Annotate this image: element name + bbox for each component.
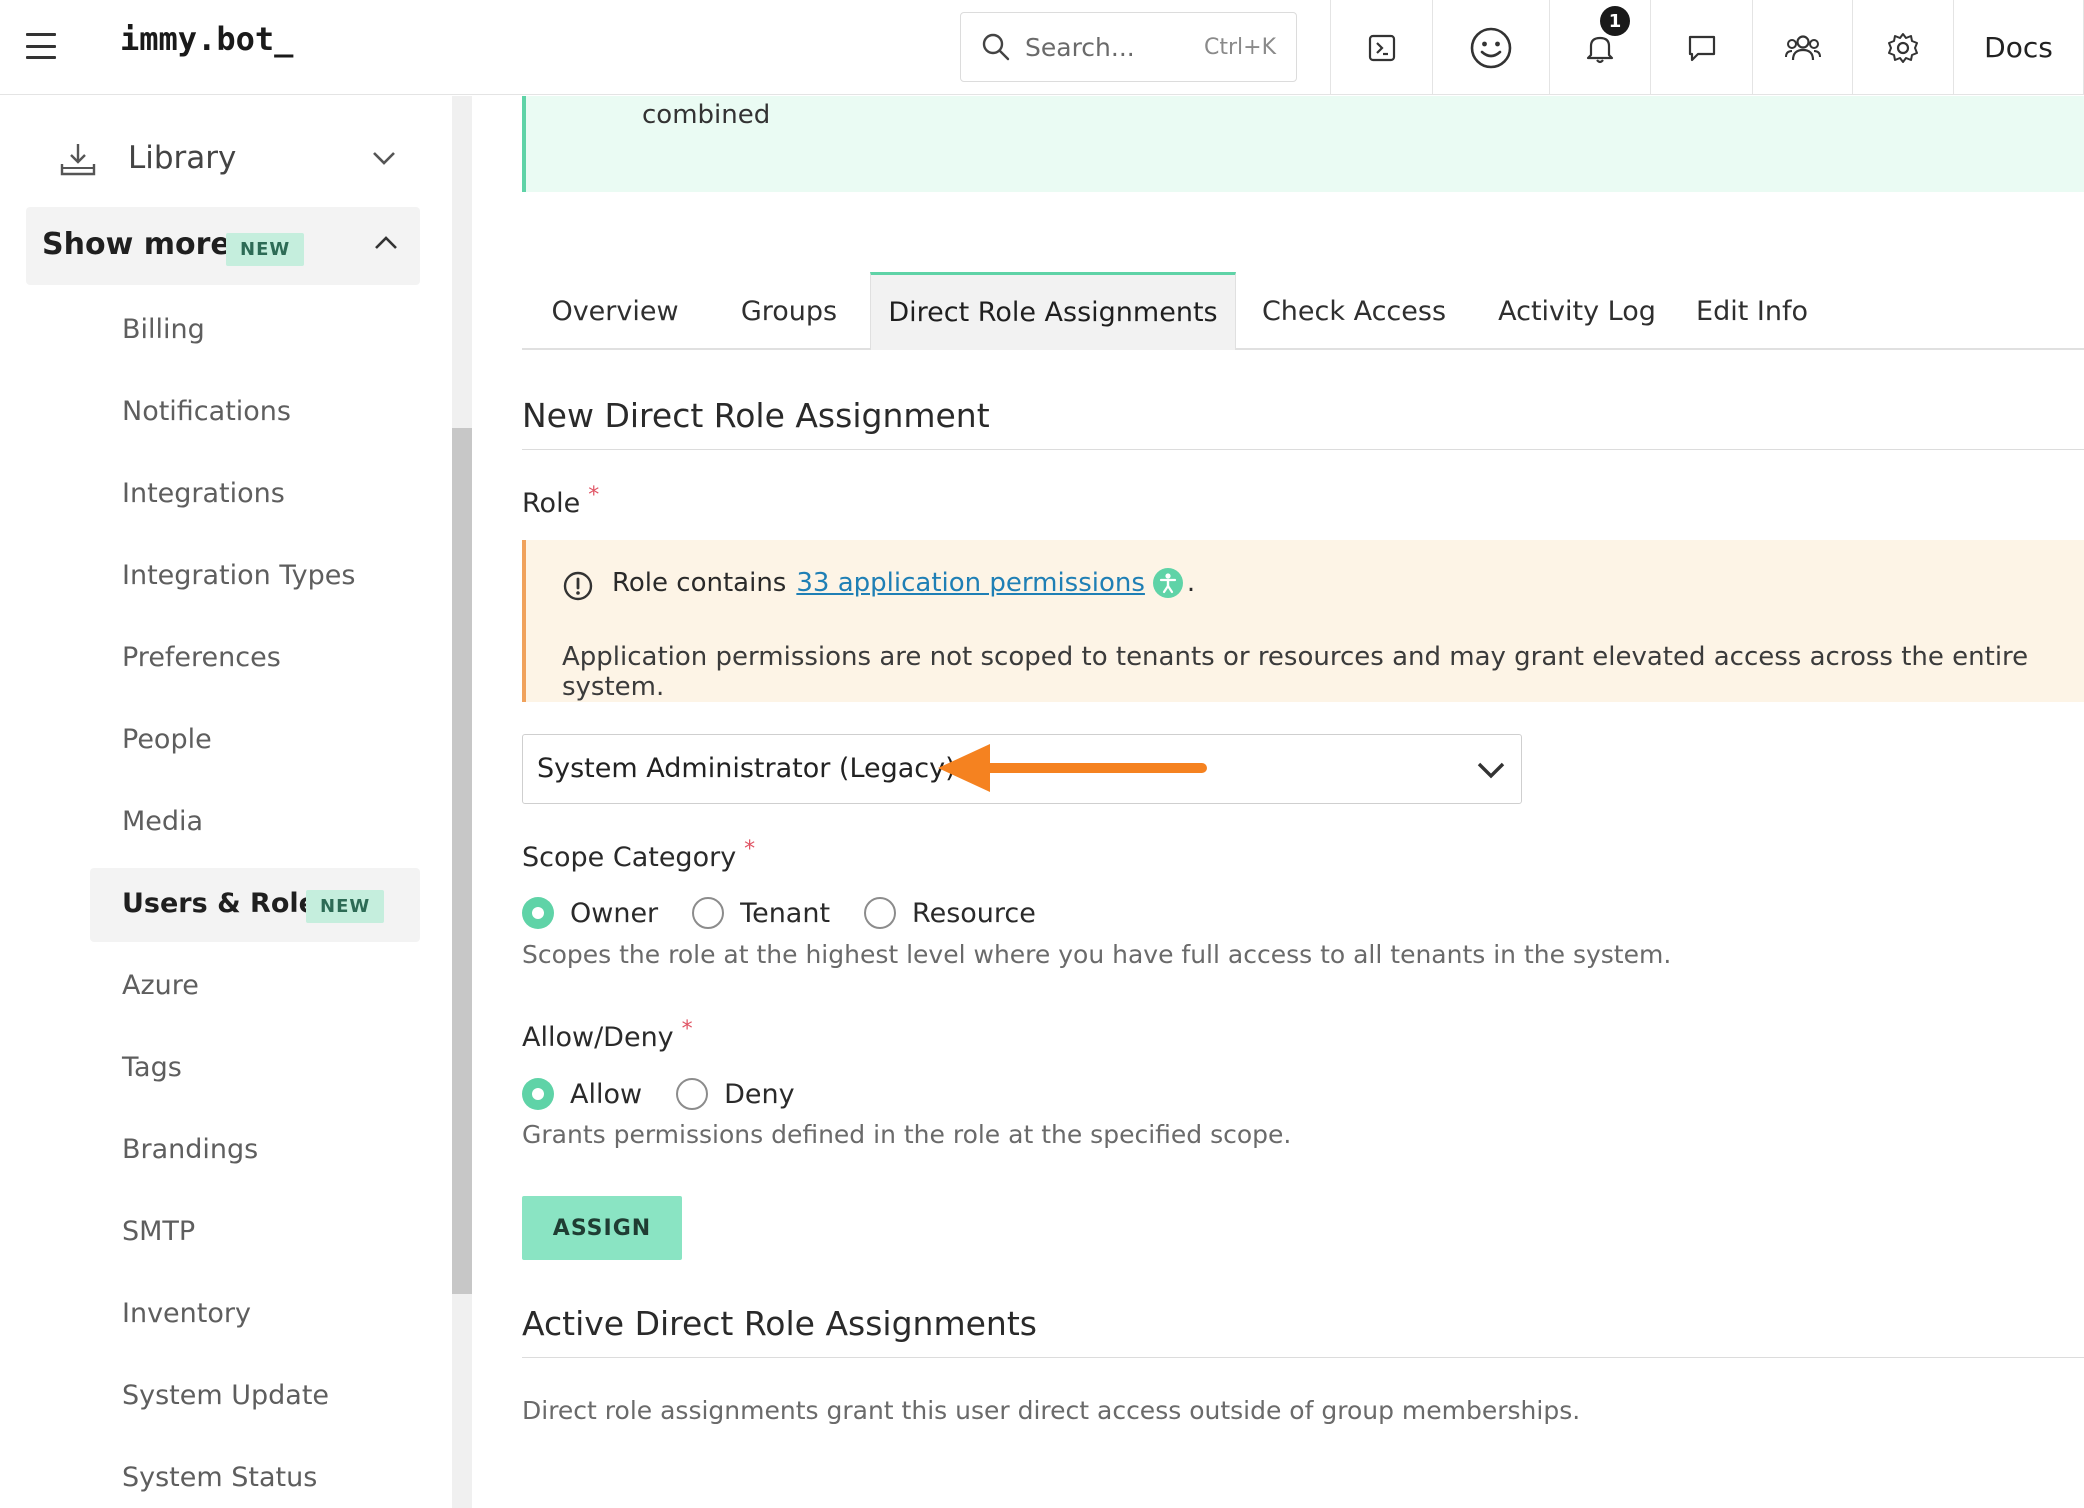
info-banner: combined bbox=[522, 96, 2084, 192]
library-icon bbox=[60, 144, 96, 176]
sidebar-item-tags[interactable]: Tags bbox=[122, 1052, 182, 1083]
allow-deny-field-label: Allow/Deny * bbox=[522, 1017, 693, 1053]
users-button[interactable] bbox=[1752, 0, 1852, 95]
accessibility-icon[interactable] bbox=[1152, 568, 1183, 598]
allow-deny-help-text: Grants permissions defined in the role a… bbox=[522, 1120, 1292, 1149]
search-box[interactable]: Ctrl+K bbox=[960, 12, 1297, 82]
radio-allow-label[interactable]: Allow bbox=[570, 1079, 642, 1110]
section-title-active-assignments: Active Direct Role Assignments bbox=[522, 1304, 1037, 1343]
sidebar-item-integration-types[interactable]: Integration Types bbox=[122, 560, 355, 591]
scope-field-label: Scope Category * bbox=[522, 837, 755, 873]
settings-button[interactable] bbox=[1852, 0, 1953, 95]
application-permissions-link[interactable]: 33 application permissions bbox=[796, 568, 1145, 598]
radio-tenant-label[interactable]: Tenant bbox=[740, 898, 830, 929]
banner-text: combined bbox=[642, 100, 771, 130]
warning-detail: Application permissions are not scoped t… bbox=[562, 642, 2029, 702]
radio-allow[interactable] bbox=[522, 1078, 554, 1110]
brand-logo[interactable]: immy.bot_ bbox=[120, 20, 293, 58]
required-mark: * bbox=[744, 837, 756, 862]
scope-help-text: Scopes the role at the highest level whe… bbox=[522, 940, 1672, 969]
new-badge: NEW bbox=[226, 233, 305, 266]
accessibility-figure-icon bbox=[1159, 573, 1177, 594]
sidebar-item-people[interactable]: People bbox=[122, 724, 212, 755]
sidebar-item-smtp[interactable]: SMTP bbox=[122, 1216, 195, 1247]
menu-icon[interactable] bbox=[26, 33, 56, 59]
sidebar-item-brandings[interactable]: Brandings bbox=[122, 1134, 258, 1165]
sidebar-item-billing[interactable]: Billing bbox=[122, 314, 205, 345]
active-assignments-description: Direct role assignments grant this user … bbox=[522, 1396, 1581, 1425]
role-select-value: System Administrator (Legacy) bbox=[537, 753, 956, 784]
radio-owner[interactable] bbox=[522, 897, 554, 929]
tab-groups[interactable]: Groups bbox=[708, 272, 870, 350]
required-mark: * bbox=[588, 483, 600, 508]
sidebar-item-integrations[interactable]: Integrations bbox=[122, 478, 285, 509]
sidebar-library-label: Library bbox=[128, 140, 237, 176]
sidebar-item-label: Users & Roles bbox=[122, 888, 334, 919]
radio-deny[interactable] bbox=[676, 1078, 709, 1110]
warning-summary: Role contains 33 application permissions… bbox=[612, 568, 1195, 598]
docs-label: Docs bbox=[1984, 31, 2053, 64]
chevron-down-icon bbox=[1477, 762, 1505, 779]
warning-prefix: Role contains bbox=[612, 568, 787, 598]
role-label-text: Role bbox=[522, 488, 581, 519]
tab-overview[interactable]: Overview bbox=[522, 272, 708, 350]
required-mark: * bbox=[681, 1017, 693, 1042]
section-divider bbox=[522, 1357, 2084, 1358]
notification-count-badge: 1 bbox=[1600, 6, 1630, 36]
search-icon bbox=[982, 33, 1010, 61]
sidebar-show-more[interactable]: Show more NEW bbox=[26, 207, 420, 285]
show-more-label: Show more bbox=[42, 227, 231, 262]
scope-radio-group: Owner Tenant Resource bbox=[522, 897, 1070, 929]
chevron-up-icon bbox=[375, 236, 397, 249]
tab-edit-info[interactable]: Edit Info bbox=[1682, 272, 1822, 350]
tab-direct-role-assignments[interactable]: Direct Role Assignments bbox=[870, 272, 1236, 350]
feedback-button[interactable] bbox=[1432, 0, 1549, 95]
radio-tenant[interactable] bbox=[692, 897, 725, 929]
assign-button[interactable]: ASSIGN bbox=[522, 1196, 682, 1260]
section-divider bbox=[522, 449, 2084, 450]
top-header: immy.bot_ Ctrl+K 1 Docs bbox=[0, 0, 2084, 95]
role-field-label: Role * bbox=[522, 483, 599, 519]
radio-resource-label[interactable]: Resource bbox=[912, 898, 1036, 929]
terminal-icon bbox=[1368, 34, 1395, 61]
radio-owner-label[interactable]: Owner bbox=[570, 898, 658, 929]
smiley-icon bbox=[1470, 27, 1512, 68]
sidebar-item-notifications[interactable]: Notifications bbox=[122, 396, 291, 427]
allow-deny-radio-group: Allow Deny bbox=[522, 1078, 829, 1110]
annotation-arrow-icon bbox=[938, 744, 1207, 792]
chevron-down-icon bbox=[373, 152, 395, 165]
sidebar-item-system-update[interactable]: System Update bbox=[122, 1380, 329, 1411]
sidebar-item-preferences[interactable]: Preferences bbox=[122, 642, 281, 673]
docs-button[interactable]: Docs bbox=[1953, 0, 2084, 95]
sidebar-scrollbar-thumb[interactable] bbox=[452, 428, 472, 1294]
terminal-button[interactable] bbox=[1330, 0, 1432, 95]
notifications-button[interactable]: 1 bbox=[1549, 0, 1650, 95]
sidebar-item-azure[interactable]: Azure bbox=[122, 970, 199, 1001]
search-shortcut: Ctrl+K bbox=[1203, 34, 1276, 60]
radio-deny-label[interactable]: Deny bbox=[724, 1079, 795, 1110]
radio-resource[interactable] bbox=[864, 897, 897, 929]
sidebar-item-users-roles[interactable]: Users & Roles NEW bbox=[90, 868, 420, 942]
sidebar bbox=[0, 96, 452, 1508]
tab-activity-log[interactable]: Activity Log bbox=[1472, 272, 1682, 350]
chat-button[interactable] bbox=[1650, 0, 1752, 95]
sidebar-item-media[interactable]: Media bbox=[122, 806, 203, 837]
search-input[interactable] bbox=[1025, 32, 1175, 62]
sidebar-item-system-status[interactable]: System Status bbox=[122, 1462, 317, 1493]
alert-circle-icon bbox=[563, 571, 593, 601]
chat-icon bbox=[1688, 35, 1715, 61]
gear-icon bbox=[1888, 32, 1918, 63]
new-badge: NEW bbox=[306, 890, 385, 923]
sidebar-item-library[interactable]: Library bbox=[0, 128, 420, 192]
tab-check-access[interactable]: Check Access bbox=[1236, 272, 1472, 350]
section-title-new-assignment: New Direct Role Assignment bbox=[522, 396, 990, 435]
tab-bar: Overview Groups Direct Role Assignments … bbox=[522, 272, 2084, 350]
sidebar-item-inventory[interactable]: Inventory bbox=[122, 1298, 251, 1329]
permissions-warning: Role contains 33 application permissions… bbox=[522, 540, 2084, 702]
allow-deny-label-text: Allow/Deny bbox=[522, 1022, 674, 1053]
scope-label-text: Scope Category bbox=[522, 842, 737, 873]
warning-suffix: . bbox=[1186, 568, 1196, 598]
users-icon bbox=[1784, 34, 1821, 60]
